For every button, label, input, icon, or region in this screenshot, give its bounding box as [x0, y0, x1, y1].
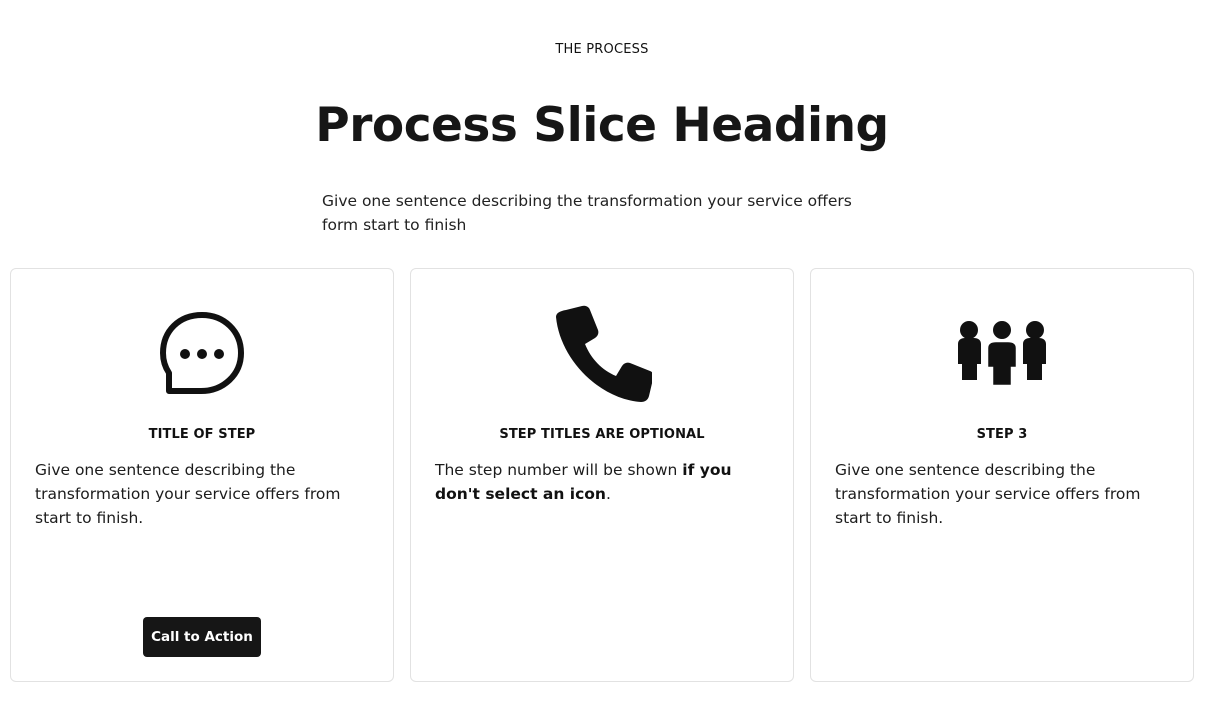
group-icon — [811, 289, 1193, 419]
step-title: STEP TITLES ARE OPTIONAL — [499, 427, 705, 442]
step-description: Give one sentence describing the transfo… — [835, 461, 1141, 527]
call-to-action-button[interactable]: Call to Action — [143, 617, 261, 657]
step-card-1: TITLE OF STEP Give one sentence describi… — [10, 268, 394, 682]
step-title: TITLE OF STEP — [148, 427, 256, 442]
step-description-end: . — [605, 485, 611, 503]
step-card-2: STEP TITLES ARE OPTIONAL The step number… — [410, 268, 794, 682]
step-description: The step number will be shown if you don… — [435, 458, 775, 506]
chat-bubble-icon — [11, 289, 393, 419]
section-subtitle: Give one sentence describing the transfo… — [322, 192, 852, 234]
step-card-3: STEP 3 Give one sentence describing the … — [810, 268, 1194, 682]
phone-icon — [411, 289, 793, 419]
section-eyebrow: THE PROCESS — [555, 42, 649, 57]
step-description: Give one sentence describing the transfo… — [35, 461, 341, 527]
step-description-text: The step number will be shown — [435, 461, 683, 479]
page-title: Process Slice Heading — [315, 98, 889, 153]
step-title: STEP 3 — [976, 427, 1028, 442]
